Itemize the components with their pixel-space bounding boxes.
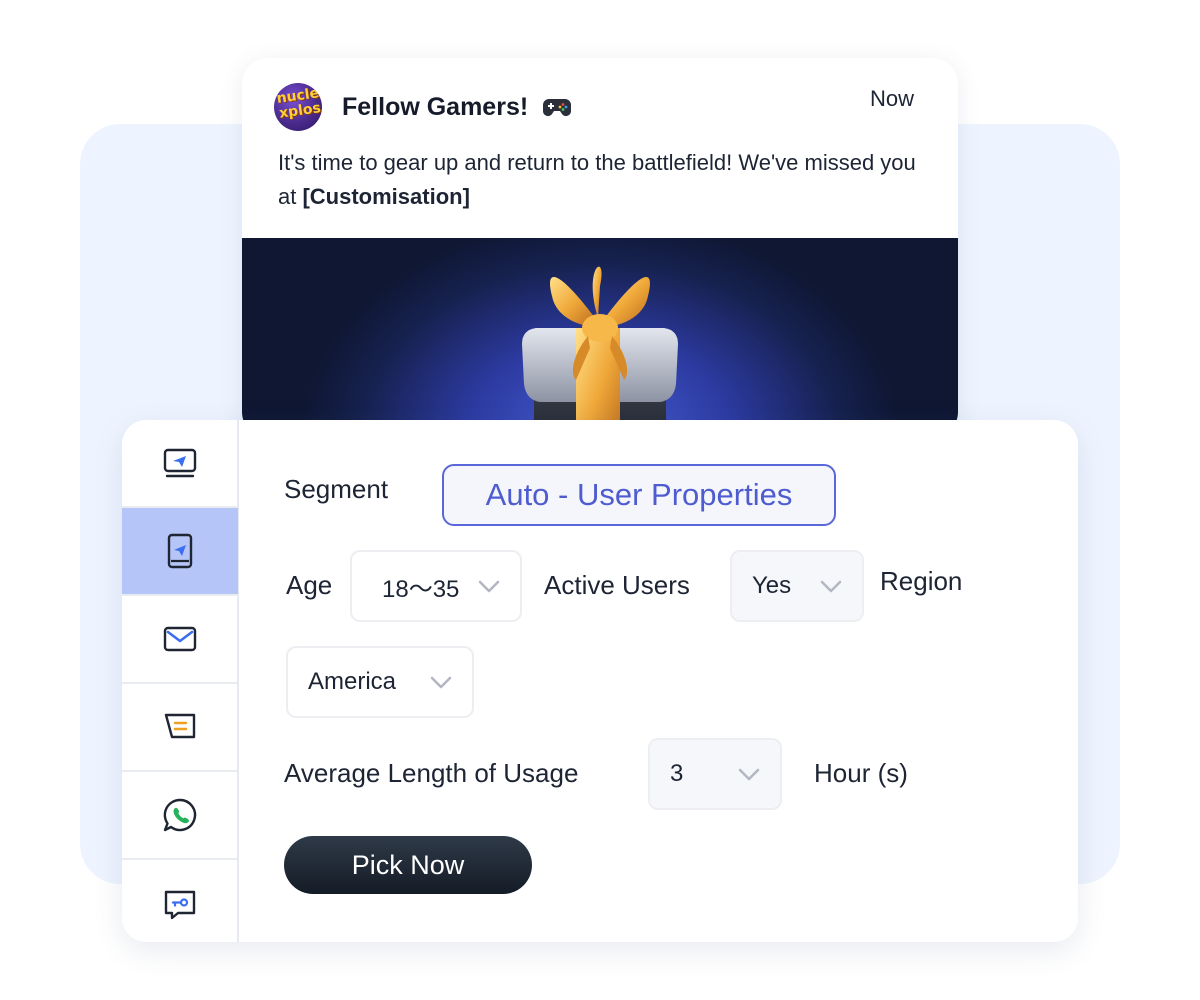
chevron-down-icon [430,676,452,689]
segment-label: Segment [284,474,389,504]
age-select-value: 18～35 [382,575,460,603]
sidebar-item-web-push[interactable] [122,420,238,508]
notification-title: Fellow Gamers! [342,92,529,121]
desktop-send-icon [163,448,197,478]
notification-card: nucle xplos Fellow Gamers! Now It's time … [242,58,958,438]
sidebar-item-sms[interactable] [122,684,238,772]
region-select[interactable]: America [286,646,474,718]
region-select-value: America [308,668,397,695]
usage-label: Average Length of Usage [284,758,579,788]
stage: nucle xplos Fellow Gamers! Now It's time … [0,0,1200,1000]
region-label: Region [880,566,963,596]
sidebar-item-chat[interactable] [122,860,238,942]
notification-body-highlight: [Customisation] [302,184,470,209]
usage-select[interactable]: 3 [648,738,782,810]
sidebar-item-email[interactable] [122,596,238,684]
mobile-send-icon [167,533,193,569]
active-users-select[interactable]: Yes [730,550,864,622]
notification-time: Now [869,86,914,111]
channel-sidebar [122,420,239,942]
notification-header: nucle xplos Fellow Gamers! Now [274,82,914,132]
usage-unit-label: Hour (s) [814,758,908,788]
segment-mode-pill[interactable]: Auto - User Properties [442,464,836,526]
chevron-down-icon [478,580,500,593]
app-avatar: nucle xplos [274,83,322,131]
usage-select-value: 3 [670,760,684,787]
app-logo: nucle xplos [275,85,322,122]
sidebar-item-whatsapp[interactable] [122,772,238,860]
chat-key-icon [164,890,196,920]
age-select[interactable]: 18～35 [350,550,522,622]
notification-body: It's time to gear up and return to the b… [278,146,918,214]
age-label: Age [286,570,333,600]
gamepad-icon [543,99,572,116]
mail-icon [163,626,197,652]
pick-now-button[interactable]: Pick Now [284,836,532,894]
chevron-down-icon [820,580,842,593]
sms-icon [164,713,196,739]
whatsapp-icon [163,798,197,832]
active-users-label: Active Users [544,570,690,600]
gift-box-image [522,266,678,438]
active-users-select-value: Yes [752,572,792,599]
notification-banner [242,238,958,438]
sidebar-item-app-push[interactable] [122,508,238,596]
chevron-down-icon [738,768,760,781]
segment-settings-card: Segment Auto - User Properties Age 18～35… [122,420,1078,942]
